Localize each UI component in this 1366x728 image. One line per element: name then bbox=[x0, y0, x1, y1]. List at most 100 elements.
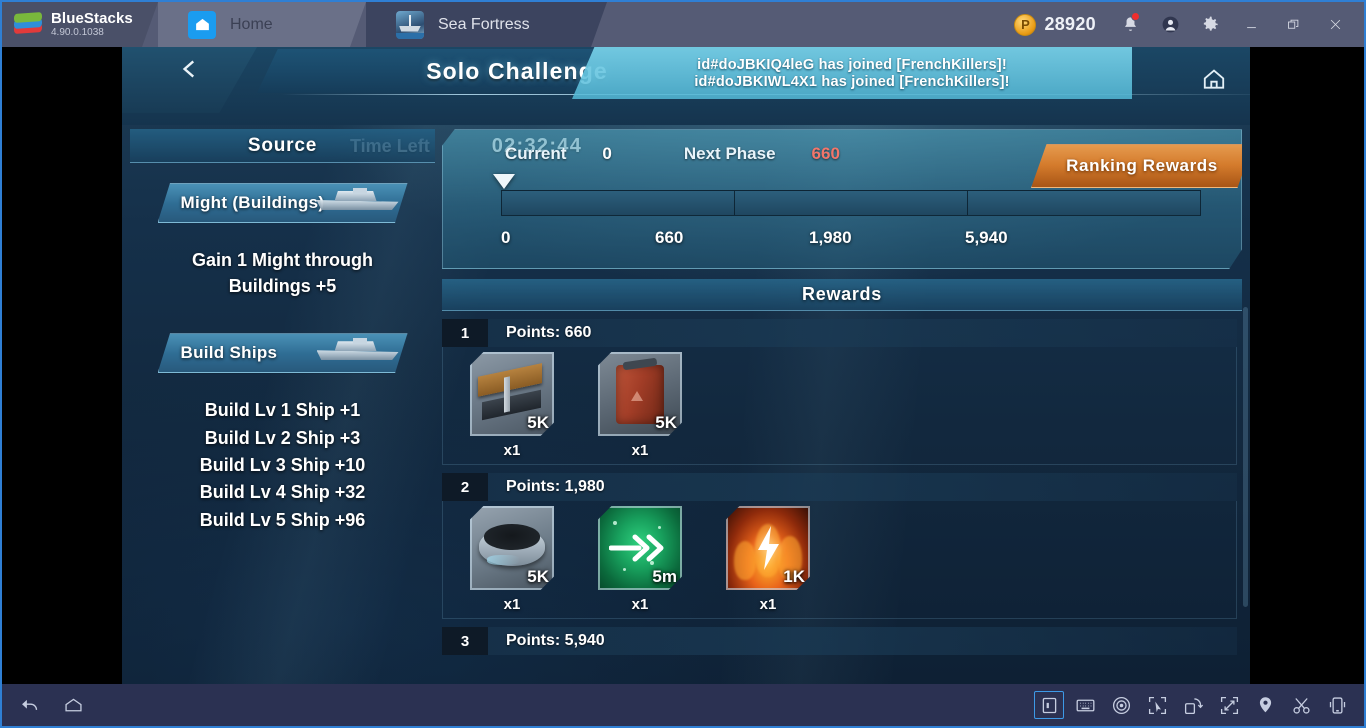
energy-flame-icon: 1K bbox=[726, 506, 810, 590]
reward-tier-header: 3 Points: 5,940 bbox=[442, 627, 1237, 655]
sidebar-toggle-icon[interactable] bbox=[1034, 691, 1064, 719]
item-amount: 5K bbox=[527, 413, 549, 432]
progress-segment bbox=[502, 191, 735, 215]
reward-item[interactable]: 1K x1 bbox=[721, 506, 815, 613]
close-button[interactable] bbox=[1316, 2, 1354, 47]
eye-macro-icon[interactable] bbox=[1106, 691, 1136, 719]
titlebar-controls: P 28920 bbox=[1014, 2, 1364, 47]
reward-tier-items: 5K x1 5m x1 1K x1 bbox=[442, 501, 1237, 619]
keyboard-icon[interactable] bbox=[1070, 691, 1100, 719]
progress-bar bbox=[501, 190, 1201, 216]
tier-number: 3 bbox=[442, 627, 488, 655]
progress-bar-wrap bbox=[493, 174, 1201, 216]
right-column: Current 0 Next Phase 660 0 660 1,980 5,9… bbox=[442, 129, 1242, 683]
reward-item[interactable]: 5K x1 bbox=[465, 352, 559, 459]
tier-number: 2 bbox=[442, 473, 488, 501]
bottom-toolbar bbox=[2, 684, 1364, 726]
steel-beam-icon: 5K bbox=[470, 352, 554, 436]
tier-number: 1 bbox=[442, 319, 488, 347]
titanium-icon: 5K bbox=[470, 506, 554, 590]
notification-badge bbox=[1131, 11, 1140, 21]
bluestacks-brand: BlueStacks 4.90.0.1038 bbox=[2, 2, 158, 47]
chat-banner[interactable]: id#doJBKIQ4leG has joined [FrenchKillers… bbox=[572, 47, 1132, 99]
battleship-icon bbox=[309, 188, 401, 218]
item-count: x1 bbox=[759, 596, 777, 613]
source-description-ships: Build Lv 1 Ship +1 Build Lv 2 Ship +3 Bu… bbox=[130, 373, 435, 534]
home-icon bbox=[188, 10, 216, 39]
rewards-scrollbar[interactable] bbox=[1243, 307, 1248, 607]
item-amount: 1K bbox=[783, 567, 805, 586]
progress-card: Current 0 Next Phase 660 0 660 1,980 5,9… bbox=[442, 129, 1242, 269]
rotate-screen-icon[interactable] bbox=[1178, 691, 1208, 719]
source-panel-title: Source bbox=[247, 134, 318, 156]
pointer-select-icon[interactable] bbox=[1142, 691, 1172, 719]
notifications-bell-icon[interactable] bbox=[1112, 5, 1148, 45]
android-back-icon[interactable] bbox=[14, 691, 44, 719]
rewards-header: Rewards bbox=[442, 279, 1242, 311]
source-tab-build-ships[interactable]: Build Ships bbox=[157, 333, 408, 374]
progress-segment bbox=[735, 191, 968, 215]
current-points-group: Current 0 bbox=[505, 144, 612, 164]
ranking-rewards-button[interactable]: Ranking Rewards bbox=[1031, 144, 1242, 188]
reward-item[interactable]: 5K x1 bbox=[593, 352, 687, 459]
tick-label: 0 bbox=[501, 228, 511, 247]
source-panel: Source Might (Buildings) Gain 1 Might th… bbox=[130, 129, 435, 679]
current-label: Current bbox=[505, 144, 567, 163]
source-line: Build Lv 5 Ship +96 bbox=[199, 509, 366, 530]
speedup-arrows-icon: 5m bbox=[598, 506, 682, 590]
settings-gear-icon[interactable] bbox=[1192, 5, 1228, 45]
rewards-title: Rewards bbox=[802, 284, 882, 304]
source-tab-might-buildings[interactable]: Might (Buildings) bbox=[157, 183, 408, 223]
chat-message: id#doJBKIWL4X1 has joined [FrenchKillers… bbox=[694, 73, 1010, 90]
item-count: x1 bbox=[631, 442, 649, 459]
shake-device-icon[interactable] bbox=[1322, 691, 1352, 719]
next-phase-label: Next Phase bbox=[683, 144, 776, 163]
title-bar: BlueStacks 4.90.0.1038 Home Sea Fortress… bbox=[2, 2, 1364, 47]
reward-tier-header: 2 Points: 1,980 bbox=[442, 473, 1237, 501]
tab-home[interactable]: Home bbox=[158, 2, 366, 47]
scissors-cut-icon[interactable] bbox=[1286, 691, 1316, 719]
bluestacks-window: BlueStacks 4.90.0.1038 Home Sea Fortress… bbox=[0, 0, 1366, 728]
item-count: x1 bbox=[503, 442, 521, 459]
source-description-might: Gain 1 Might through Buildings +5 bbox=[130, 223, 435, 299]
rewards-list[interactable]: 1 Points: 660 5K x1 5K x1 2 Points: 1,98… bbox=[442, 311, 1242, 683]
game-viewport: Solo Challenge Time Left 02:32:44 id#doJ… bbox=[2, 47, 1364, 686]
points-value: 28920 bbox=[1044, 14, 1096, 34]
item-count: x1 bbox=[631, 596, 649, 613]
game-home-button[interactable] bbox=[1196, 61, 1232, 97]
progress-tick-labels: 0 660 1,980 5,940 bbox=[477, 228, 1227, 252]
reward-tier-header: 1 Points: 660 bbox=[442, 319, 1237, 347]
android-home-icon[interactable] bbox=[58, 691, 88, 719]
points-coin-icon: P bbox=[1014, 13, 1037, 36]
tab-sea-fortress[interactable]: Sea Fortress bbox=[366, 2, 607, 47]
fuel-canister-icon: 5K bbox=[598, 352, 682, 436]
source-line: Build Lv 4 Ship +32 bbox=[199, 482, 366, 503]
back-chevron-icon bbox=[177, 56, 203, 82]
user-avatar-icon[interactable] bbox=[1152, 5, 1188, 45]
progress-marker-icon bbox=[493, 174, 515, 189]
reward-tier-items: 5K x1 5K x1 bbox=[442, 347, 1237, 465]
game-header: Solo Challenge Time Left 02:32:44 id#doJ… bbox=[122, 47, 1250, 157]
fullscreen-icon[interactable] bbox=[1214, 691, 1244, 719]
location-pin-icon[interactable] bbox=[1250, 691, 1280, 719]
brand-name: BlueStacks bbox=[51, 9, 133, 27]
game-screen: Solo Challenge Time Left 02:32:44 id#doJ… bbox=[122, 47, 1250, 686]
minimize-button[interactable] bbox=[1232, 2, 1270, 47]
source-line: Gain 1 Might through bbox=[192, 250, 373, 270]
tab-sea-fortress-label: Sea Fortress bbox=[438, 15, 530, 33]
current-value: 0 bbox=[602, 144, 612, 163]
game-icon bbox=[396, 10, 424, 39]
destroyer-icon bbox=[309, 338, 401, 368]
source-tab-label: Build Ships bbox=[180, 343, 278, 363]
chat-message: id#doJBKIQ4leG has joined [FrenchKillers… bbox=[697, 56, 1007, 73]
reward-item[interactable]: 5K x1 bbox=[465, 506, 559, 613]
source-line: Buildings +5 bbox=[228, 276, 337, 297]
reward-item[interactable]: 5m x1 bbox=[593, 506, 687, 613]
source-line: Build Lv 1 Ship +1 bbox=[204, 400, 361, 421]
source-line: Build Lv 2 Ship +3 bbox=[204, 427, 361, 448]
tick-label: 1,980 bbox=[809, 228, 852, 247]
restore-button[interactable] bbox=[1274, 2, 1312, 47]
tick-label: 5,940 bbox=[965, 228, 1008, 247]
points-display[interactable]: P 28920 bbox=[1014, 13, 1096, 36]
next-phase-group: Next Phase 660 bbox=[684, 144, 840, 164]
